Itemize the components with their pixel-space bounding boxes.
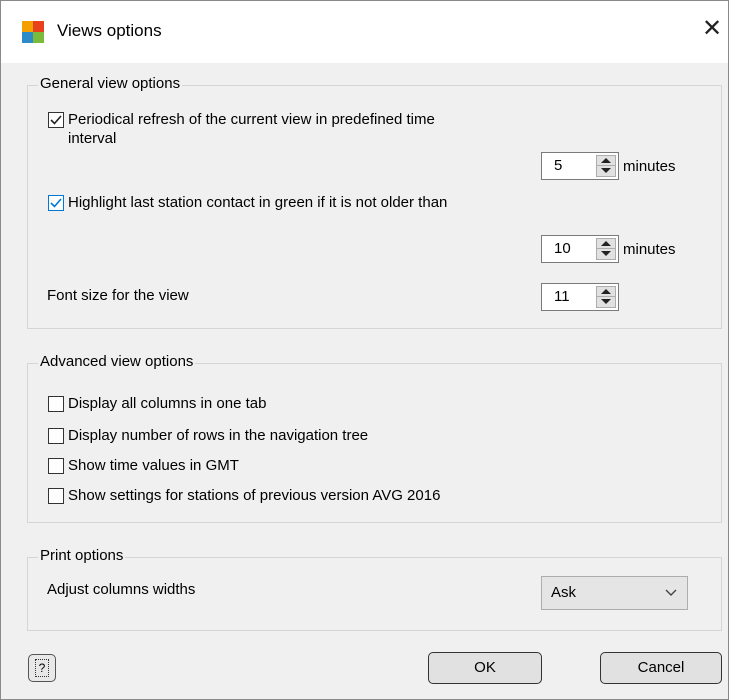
help-button[interactable]: ?: [28, 654, 56, 682]
help-icon: ?: [35, 659, 49, 677]
advanced-option-label: Display number of rows in the navigation…: [68, 427, 369, 444]
refresh-interval-value[interactable]: 5: [554, 157, 562, 174]
avg-logo-icon: [22, 21, 44, 43]
refresh-interval-spinner[interactable]: 5: [541, 152, 619, 180]
periodical-refresh-checkbox[interactable]: Periodical refresh of the current view i…: [48, 110, 528, 148]
group-label-general: General view options: [38, 75, 183, 92]
spinner-buttons[interactable]: [596, 286, 616, 308]
advanced-option-display-row-count[interactable]: Display number of rows in the navigation…: [48, 426, 368, 445]
font-size-spinner[interactable]: 11: [541, 283, 619, 311]
highlight-last-contact-label: Highlight last station contact in green …: [68, 194, 448, 211]
font-size-label: Font size for the view: [47, 287, 189, 304]
periodical-refresh-label: Periodical refresh of the current view i…: [68, 111, 435, 147]
advanced-option-label: Show settings for stations of previous v…: [68, 487, 441, 504]
advanced-option-avg2016-settings[interactable]: Show settings for stations of previous v…: [48, 486, 440, 505]
group-label-print: Print options: [38, 547, 126, 564]
checkmark-icon: [50, 198, 62, 208]
checkbox-box[interactable]: [48, 112, 64, 128]
adjust-columns-label: Adjust columns widths: [47, 581, 196, 598]
advanced-option-label: Display all columns in one tab: [68, 395, 267, 412]
adjust-columns-select[interactable]: Ask: [541, 576, 688, 610]
close-icon[interactable]: ✕: [696, 13, 728, 45]
spinner-down-icon[interactable]: [601, 299, 611, 304]
cancel-button[interactable]: Cancel: [600, 652, 722, 684]
window-title: Views options: [57, 21, 162, 40]
highlight-last-contact-checkbox[interactable]: Highlight last station contact in green …: [48, 193, 447, 212]
spinner-up-icon[interactable]: [601, 158, 611, 163]
highlight-interval-unit: minutes: [623, 241, 676, 258]
checkbox-box[interactable]: [48, 195, 64, 211]
spinner-up-icon[interactable]: [601, 289, 611, 294]
highlight-interval-value[interactable]: 10: [554, 240, 571, 257]
refresh-interval-unit: minutes: [623, 158, 676, 175]
spinner-down-icon[interactable]: [601, 168, 611, 173]
spinner-buttons[interactable]: [596, 238, 616, 260]
advanced-option-gmt-time[interactable]: Show time values in GMT: [48, 456, 239, 475]
advanced-option-display-all-columns[interactable]: Display all columns in one tab: [48, 394, 266, 413]
title-bar: Views options ✕: [1, 1, 728, 63]
font-size-value[interactable]: 11: [554, 288, 570, 305]
spinner-down-icon[interactable]: [601, 251, 611, 256]
checkbox-box[interactable]: [48, 428, 64, 444]
spinner-buttons[interactable]: [596, 155, 616, 177]
checkbox-box[interactable]: [48, 488, 64, 504]
spinner-up-icon[interactable]: [601, 241, 611, 246]
checkmark-icon: [50, 115, 62, 125]
ok-button[interactable]: OK: [428, 652, 542, 684]
adjust-columns-value: Ask: [551, 584, 577, 601]
checkbox-box[interactable]: [48, 396, 64, 412]
highlight-interval-spinner[interactable]: 10: [541, 235, 619, 263]
advanced-option-label: Show time values in GMT: [68, 457, 239, 474]
group-label-advanced: Advanced view options: [38, 353, 196, 370]
views-options-dialog: Views options ✕ General view options Per…: [0, 0, 729, 700]
chevron-down-icon: [665, 589, 677, 596]
checkbox-box[interactable]: [48, 458, 64, 474]
